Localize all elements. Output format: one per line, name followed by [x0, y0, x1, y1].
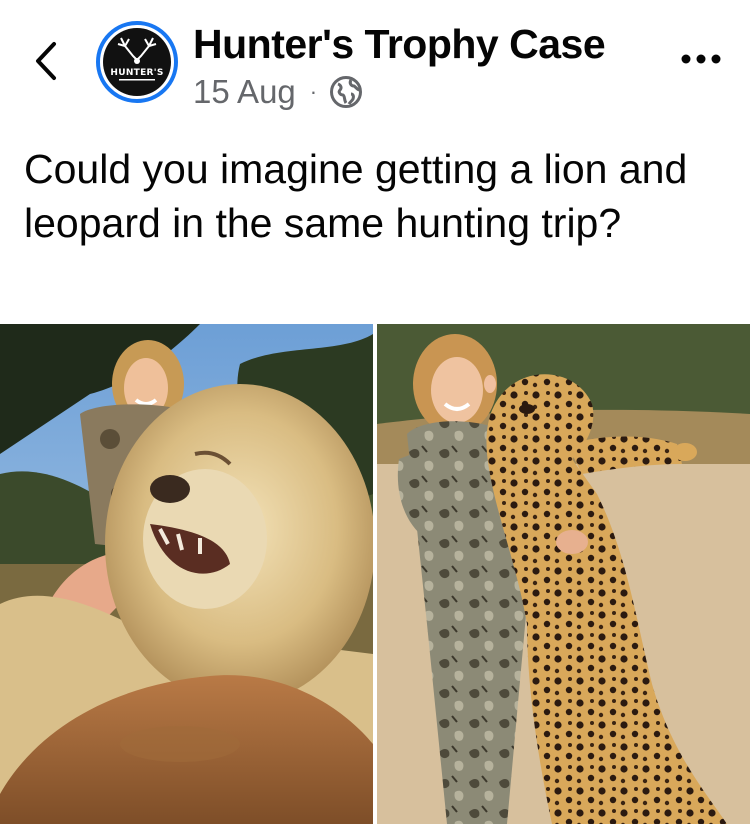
photo-leopard[interactable]	[377, 324, 750, 824]
more-horizontal-icon[interactable]	[676, 44, 726, 74]
photo-lion[interactable]	[0, 324, 373, 824]
page-avatar[interactable]: HUNTER'S	[96, 21, 178, 103]
antlers-icon	[117, 37, 157, 81]
post-meta: 15 Aug ·	[193, 72, 363, 112]
post-timestamp[interactable]: 15 Aug	[193, 73, 296, 111]
page-logo: HUNTER'S	[103, 28, 171, 96]
chevron-left-icon[interactable]	[30, 38, 64, 84]
post-caption: Could you imagine getting a lion and leo…	[24, 146, 688, 246]
page-name[interactable]: Hunter's Trophy Case	[193, 21, 606, 68]
leopard-photo-image	[377, 324, 750, 824]
lion-photo-image	[0, 324, 373, 824]
globe-icon	[330, 76, 363, 108]
photo-grid	[0, 324, 750, 824]
page-logo-text: HUNTER'S	[110, 68, 164, 78]
meta-separator: ·	[309, 79, 318, 104]
post-header: HUNTER'S Hunter's Trophy Case 15 Aug ·	[0, 0, 750, 130]
